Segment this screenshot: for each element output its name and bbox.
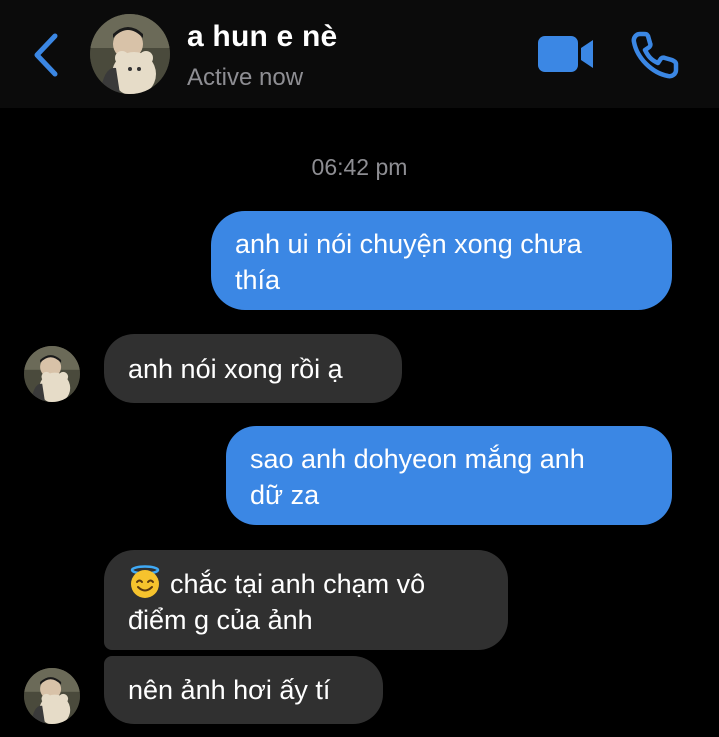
message-timestamp: 06:42 pm [311,154,408,180]
message-text-line: thía [235,265,281,295]
message-text-line: chắc tại anh chạm vô [170,569,426,599]
avatar-photo [90,14,170,94]
incoming-message-bubble[interactable]: nên ảnh hơi ấy tí [104,656,383,724]
contact-avatar[interactable] [90,14,170,94]
message-text-line: anh ui nói chuyện xong chưa [235,229,582,259]
phone-icon[interactable] [630,30,682,80]
back-chevron-icon[interactable] [28,30,64,80]
message-text: anh nói xong rồi ạ [128,354,343,384]
incoming-message-bubble[interactable]: chắc tại anh chạm vô điểm g của ảnh [104,550,508,650]
outgoing-message-bubble[interactable]: sao anh dohyeon mắng anh dữ za [226,426,672,525]
chat-header: a hun e nè Active now [0,0,719,108]
sender-avatar[interactable] [24,668,80,724]
incoming-message-bubble[interactable]: anh nói xong rồi ạ [104,334,402,403]
message-text-line: dữ za [250,480,320,510]
message-text-line: điểm g của ảnh [128,605,313,635]
smiling-face-with-halo-icon [130,565,160,598]
avatar-photo [24,346,80,402]
message-text-line: sao anh dohyeon mắng anh [250,444,585,474]
video-camera-icon[interactable] [537,34,595,74]
active-status: Active now [187,64,304,91]
avatar-photo [24,668,80,724]
contact-name[interactable]: a hun e nè [187,20,337,54]
message-text: nên ảnh hơi ấy tí [128,675,331,705]
outgoing-message-bubble[interactable]: anh ui nói chuyện xong chưa thía [211,211,672,310]
sender-avatar[interactable] [24,346,80,402]
